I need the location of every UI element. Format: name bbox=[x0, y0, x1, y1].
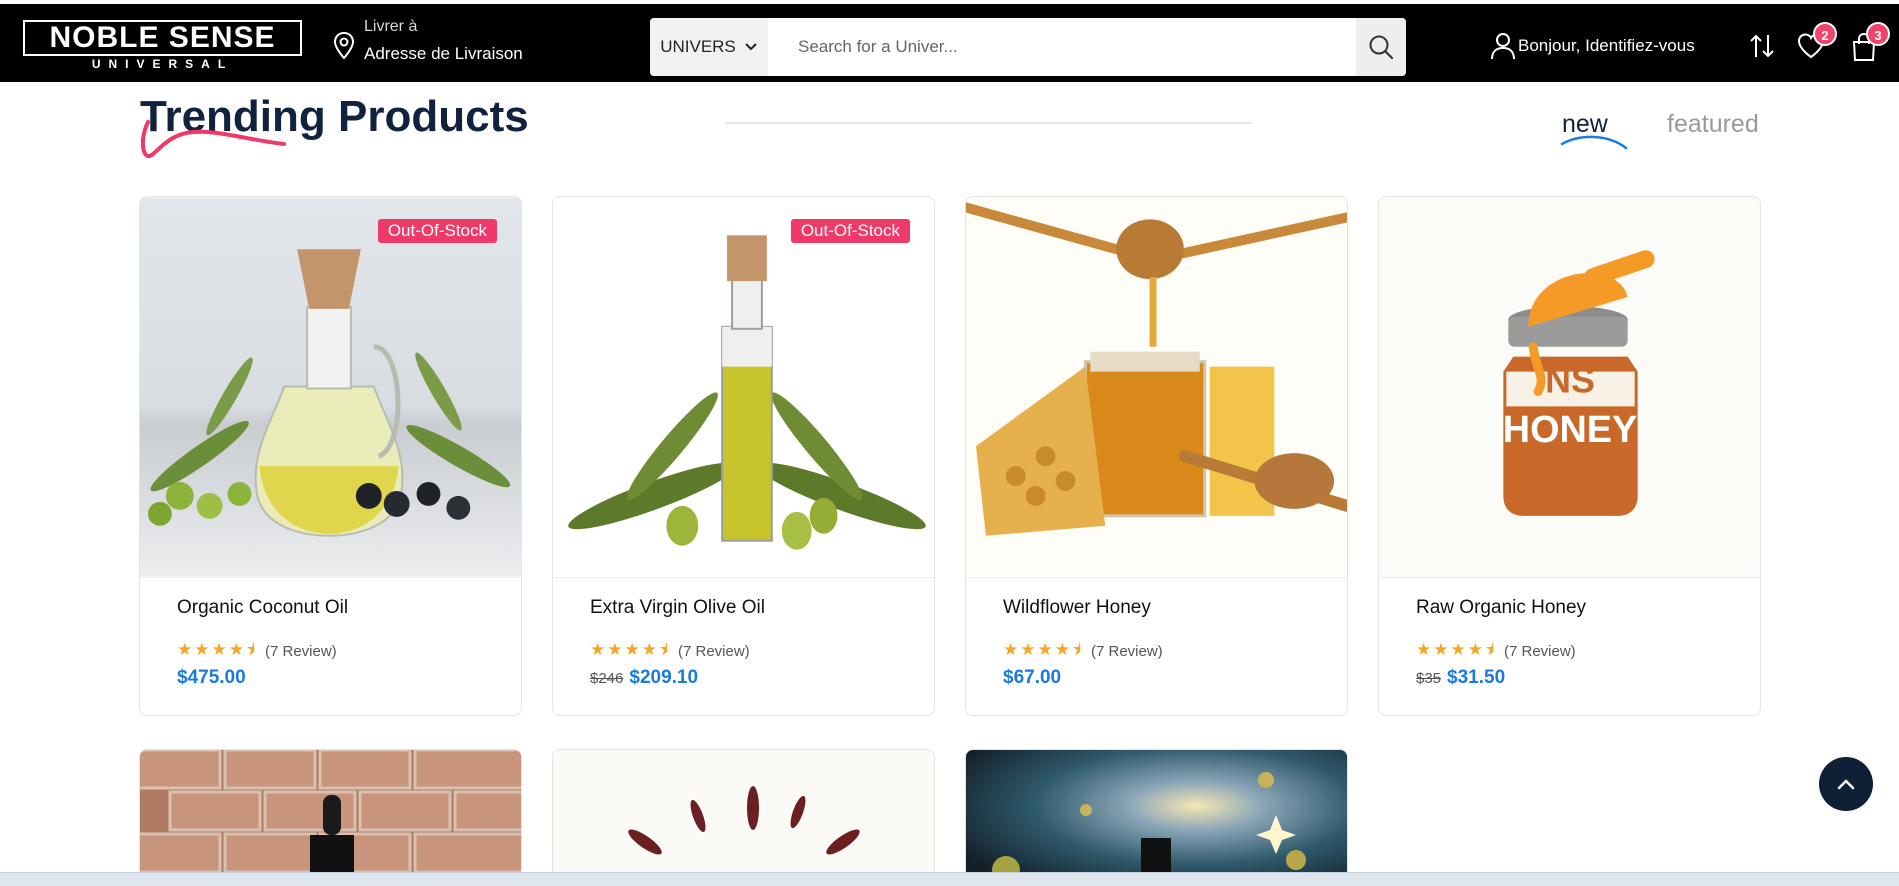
product-image[interactable] bbox=[966, 197, 1347, 578]
product-name[interactable]: Wildflower Honey bbox=[1003, 597, 1151, 619]
honey-jar-dipper-image bbox=[966, 197, 1347, 577]
product-card-partial[interactable] bbox=[965, 749, 1348, 886]
product-rating: ★★★★⯨ (7 Review) bbox=[1416, 637, 1576, 666]
product-name[interactable]: Extra Virgin Olive Oil bbox=[590, 597, 765, 619]
product-card[interactable]: Out-Of-Stock Extra Virgin Olive Oil ★★★★… bbox=[552, 196, 935, 716]
logo-main-text: NOBLE SENSE bbox=[23, 20, 302, 56]
review-count: (7 Review) bbox=[1503, 643, 1576, 660]
product-card-partial[interactable] bbox=[139, 749, 522, 886]
deliver-label: Livrer à bbox=[364, 18, 418, 35]
search-icon bbox=[1369, 35, 1394, 60]
account-label: Bonjour, Identifiez-vous bbox=[1518, 36, 1695, 55]
star-rating-icon: ★★★★⯨ bbox=[177, 640, 257, 659]
out-of-stock-badge: Out-Of-Stock bbox=[790, 219, 910, 243]
chevron-down-icon bbox=[745, 43, 757, 51]
delivery-address[interactable]: Livrer à Adresse de Livraison bbox=[332, 18, 523, 64]
current-price: $475.00 bbox=[177, 667, 246, 688]
tab-featured[interactable]: featured bbox=[1667, 110, 1759, 139]
sun-logo-image bbox=[553, 750, 934, 886]
oil-jug-image bbox=[140, 197, 521, 577]
product-price: $246 $209.10 bbox=[590, 667, 698, 689]
search-button[interactable] bbox=[1356, 18, 1406, 76]
current-price: $209.10 bbox=[629, 667, 699, 688]
top-navbar: NOBLE SENSE UNIVERSAL Livrer à Adresse d… bbox=[0, 4, 1899, 82]
search-bar: UNIVERS bbox=[650, 18, 1406, 76]
product-card[interactable]: Wildflower Honey ★★★★⯨ (7 Review) $67.00 bbox=[965, 196, 1348, 716]
product-price: $475.00 bbox=[177, 667, 246, 689]
original-price: $35 bbox=[1416, 670, 1442, 687]
section-divider bbox=[726, 122, 1252, 124]
pin-icon bbox=[333, 31, 355, 60]
product-image[interactable]: Out-Of-Stock bbox=[140, 197, 521, 578]
serum-bottle-image bbox=[140, 750, 521, 886]
account-link[interactable]: Bonjour, Identifiez-vous bbox=[1490, 32, 1695, 60]
current-price: $67.00 bbox=[1003, 667, 1062, 688]
chevron-up-icon bbox=[1837, 779, 1855, 790]
deliver-address-text: Adresse de Livraison bbox=[364, 44, 523, 63]
category-select-value: UNIVERS bbox=[660, 37, 736, 56]
product-card[interactable]: Out-Of-Stock Organic Coconut Oil ★★★★⯨ (… bbox=[139, 196, 522, 716]
star-rating-icon: ★★★★⯨ bbox=[1003, 640, 1083, 659]
wishlist-count-badge: 2 bbox=[1813, 22, 1837, 46]
search-input[interactable] bbox=[768, 18, 1356, 76]
sort-icon[interactable] bbox=[1748, 32, 1776, 60]
product-price: $67.00 bbox=[1003, 667, 1061, 689]
star-rating-icon: ★★★★⯨ bbox=[590, 640, 670, 659]
galaxy-bottle-image bbox=[966, 750, 1347, 886]
category-select[interactable]: UNIVERS bbox=[650, 18, 768, 76]
honey-jar-brand-text: NS bbox=[1545, 360, 1595, 400]
os-taskbar bbox=[0, 872, 1899, 886]
review-count: (7 Review) bbox=[264, 643, 337, 660]
original-price: $246 bbox=[590, 670, 624, 687]
review-count: (7 Review) bbox=[1090, 643, 1163, 660]
product-price: $35 $31.50 bbox=[1416, 667, 1505, 689]
user-icon bbox=[1491, 33, 1515, 60]
cart-button[interactable]: 3 bbox=[1850, 22, 1890, 62]
star-rating-icon: ★★★★⯨ bbox=[1416, 640, 1496, 659]
product-image[interactable]: Out-Of-Stock bbox=[553, 197, 934, 578]
honey-jar-honey-text: HONEY bbox=[1503, 409, 1637, 451]
out-of-stock-badge: Out-Of-Stock bbox=[377, 219, 497, 243]
logo-sub-text: UNIVERSAL bbox=[91, 57, 234, 71]
product-card-partial[interactable] bbox=[552, 749, 935, 886]
product-rating: ★★★★⯨ (7 Review) bbox=[177, 637, 337, 666]
current-price: $31.50 bbox=[1447, 667, 1506, 688]
review-count: (7 Review) bbox=[677, 643, 750, 660]
wishlist-button[interactable]: 2 bbox=[1797, 22, 1837, 62]
product-rating: ★★★★⯨ (7 Review) bbox=[590, 637, 750, 666]
ns-honey-jar-image: NS HONEY bbox=[1379, 197, 1760, 577]
tab-new-underline bbox=[1560, 135, 1628, 150]
cart-count-badge: 3 bbox=[1866, 22, 1890, 46]
title-swoosh-decoration bbox=[141, 120, 286, 159]
product-name[interactable]: Organic Coconut Oil bbox=[177, 597, 348, 619]
back-to-top-button[interactable] bbox=[1819, 757, 1873, 811]
product-name[interactable]: Raw Organic Honey bbox=[1416, 597, 1586, 619]
product-image[interactable]: NS HONEY bbox=[1379, 197, 1760, 578]
olive-oil-bottle-image bbox=[553, 197, 934, 577]
product-rating: ★★★★⯨ (7 Review) bbox=[1003, 637, 1163, 666]
product-card[interactable]: NS HONEY Raw Organic Honey ★★★★⯨ (7 Revi… bbox=[1378, 196, 1761, 716]
site-logo[interactable]: NOBLE SENSE UNIVERSAL bbox=[23, 20, 302, 72]
